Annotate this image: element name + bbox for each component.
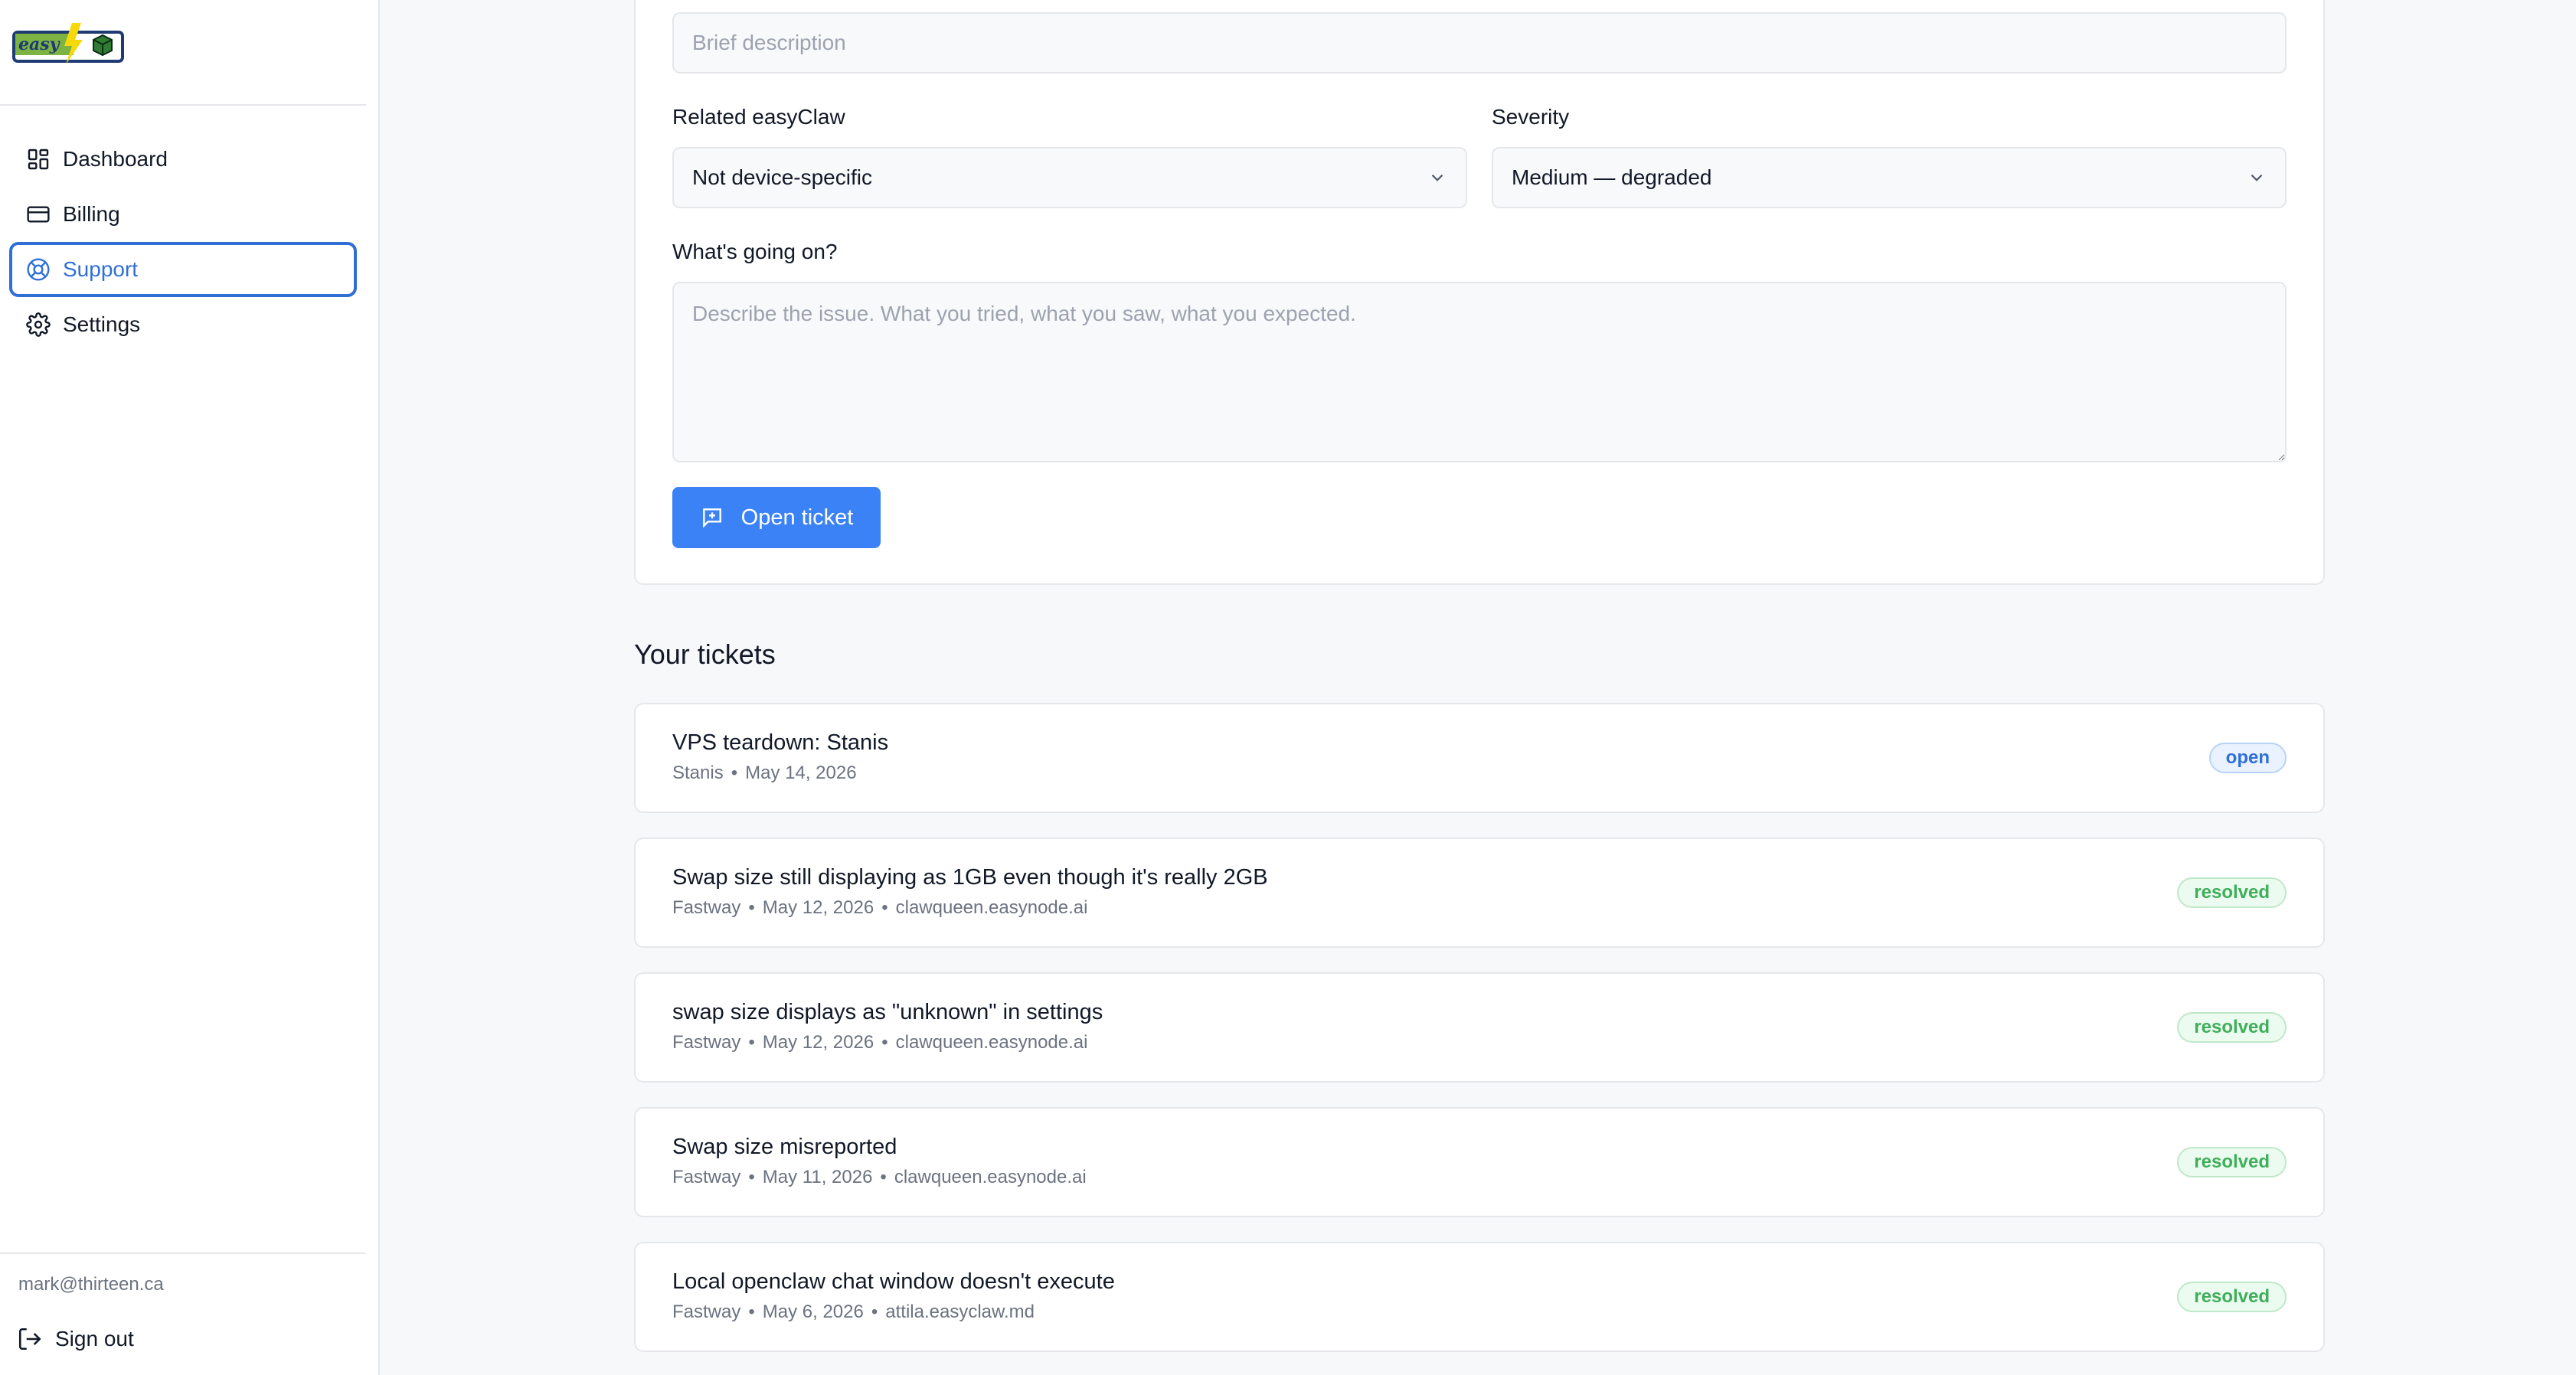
ticket-host: clawqueen.easynode.ai [895, 897, 1088, 918]
ticket-meta: Fastway • May 6, 2026 • attila.easyclaw.md [672, 1302, 1035, 1322]
open-ticket-button[interactable]: Open ticket [672, 487, 881, 548]
sidebar-item-label: Billing [63, 202, 120, 226]
status-badge: resolved [2177, 1012, 2287, 1043]
sidebar-item-label: Support [63, 257, 139, 281]
status-badge: resolved [2177, 1282, 2287, 1312]
ticket-meta: Fastway • May 12, 2026 • clawqueen.easynode.… [672, 1032, 1088, 1053]
credit-card-icon [26, 202, 51, 227]
severity-select[interactable]: Medium — degraded [1492, 147, 2287, 208]
ticket-device: Stanis [672, 763, 724, 783]
ticket-title: Swap size still displaying as 1GB even t… [672, 865, 1268, 890]
sign-out-label: Sign out [55, 1327, 134, 1351]
ticket-date: May 12, 2026 [762, 1032, 874, 1053]
sidebar: easy Dashboard Billing Support Settings … [0, 0, 380, 1375]
ticket-title: Local openclaw chat window doesn't execu… [672, 1269, 1115, 1294]
sidebar-divider [0, 104, 366, 106]
dashboard-grid-icon [26, 147, 51, 171]
ticket-host: clawqueen.easynode.ai [895, 1032, 1088, 1053]
chevron-down-icon [1427, 168, 1447, 188]
app-root: easy Dashboard Billing Support Settings … [0, 0, 2576, 1375]
easyclaw-logo[interactable]: easy [12, 23, 124, 64]
ticket-row[interactable]: Swap size still displaying as 1GB even t… [634, 838, 2325, 948]
ticket-device: Fastway [672, 1032, 741, 1053]
sidebar-item-billing[interactable]: Billing [9, 187, 357, 242]
open-ticket-label: Open ticket [740, 505, 854, 530]
chevron-down-icon [2247, 168, 2267, 188]
sign-out-button[interactable]: Sign out [17, 1326, 134, 1352]
severity-label: Severity [1492, 105, 1570, 129]
tickets-section-title: Your tickets [634, 639, 776, 670]
sidebar-item-support[interactable]: Support [9, 242, 357, 297]
status-badge: resolved [2177, 1147, 2287, 1177]
ticket-row[interactable]: Swap size misreported Fastway • May 11, 20… [634, 1107, 2325, 1217]
ticket-row[interactable]: VPS teardown: Stanis Stanis • May 14, 2026… [634, 703, 2325, 813]
ticket-title: swap size displays as "unknown" in setti… [672, 1000, 1103, 1024]
ticket-device: Fastway [672, 1167, 741, 1187]
ticket-date: May 6, 2026 [762, 1302, 864, 1322]
ticket-date: May 14, 2026 [745, 763, 857, 783]
ticket-meta: Fastway • May 11, 2026 • clawqueen.easynode.… [672, 1167, 1087, 1187]
ticket-row[interactable]: swap size displays as "unknown" in setti… [634, 972, 2325, 1083]
sidebar-item-label: Dashboard [63, 147, 168, 171]
ticket-device: Fastway [672, 1302, 741, 1322]
sign-out-icon [17, 1326, 43, 1352]
status-badge: open [2208, 743, 2287, 773]
lifebuoy-icon [26, 257, 51, 282]
related-easyclaw-select[interactable]: Not device-specific [672, 147, 1467, 208]
sidebar-item-label: Settings [63, 312, 141, 336]
ticket-host: attila.easyclaw.md [885, 1302, 1035, 1322]
status-badge: resolved [2177, 877, 2287, 908]
severity-value: Medium — degraded [1512, 165, 1712, 189]
ticket-date: May 11, 2026 [762, 1167, 873, 1187]
ticket-title: Swap size misreported [672, 1135, 897, 1159]
message-plus-icon [700, 505, 724, 530]
details-textarea[interactable] [672, 282, 2287, 462]
ticket-meta: Stanis • May 14, 2026 [672, 763, 857, 783]
ticket-title: VPS teardown: Stanis [672, 730, 889, 755]
related-easyclaw-value: Not device-specific [692, 165, 872, 189]
user-email: mark@thirteen.ca [18, 1274, 164, 1295]
logo-text: easy [18, 34, 61, 54]
ticket-host: clawqueen.easynode.ai [894, 1167, 1087, 1187]
sidebar-footer-divider [0, 1253, 366, 1254]
ticket-meta: Fastway • May 12, 2026 • clawqueen.easynode.… [672, 897, 1088, 918]
gear-icon [26, 312, 51, 337]
ticket-row[interactable]: Local openclaw chat window doesn't execu… [634, 1242, 2325, 1352]
summary-input[interactable] [672, 12, 2287, 73]
sidebar-item-settings[interactable]: Settings [9, 297, 357, 352]
ticket-device: Fastway [672, 897, 741, 918]
sidebar-item-dashboard[interactable]: Dashboard [9, 132, 357, 187]
ticket-date: May 12, 2026 [762, 897, 874, 918]
details-label: What's going on? [672, 240, 838, 263]
sidebar-nav: Dashboard Billing Support Settings [9, 132, 357, 352]
related-easyclaw-label: Related easyClaw [672, 105, 845, 129]
